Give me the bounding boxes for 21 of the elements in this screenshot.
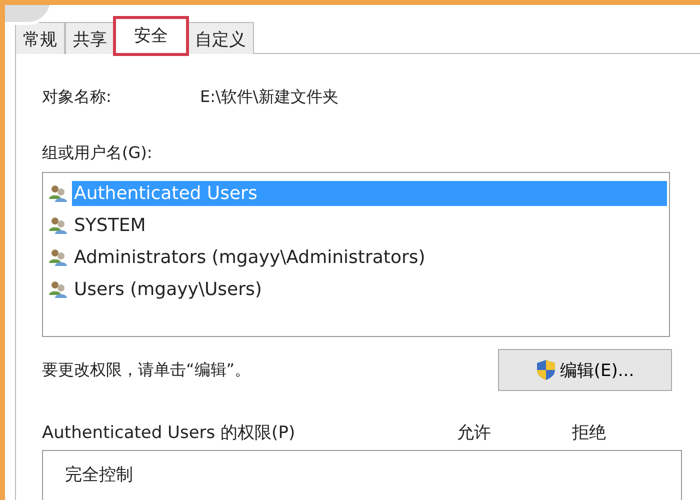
permissions-label: Authenticated Users 的权限(P): [42, 422, 296, 444]
user-list-item[interactable]: Administrators (mgayy\Administrators): [72, 244, 667, 270]
object-name-value: E:\软件\新建文件夹: [200, 87, 338, 108]
users-icon: [48, 247, 68, 267]
users-icon: [48, 215, 68, 235]
permission-name: 完全控制: [64, 464, 134, 486]
tab[interactable]: 自定义: [187, 22, 254, 54]
edit-button[interactable]: 编辑(E)...: [498, 349, 672, 391]
column-header: 拒绝: [572, 422, 607, 444]
user-list-item[interactable]: SYSTEM: [72, 212, 667, 238]
object-name-label: 对象名称:: [42, 87, 112, 108]
tab[interactable]: 共享: [65, 22, 115, 54]
column-header: 允许: [457, 422, 492, 444]
tab[interactable]: 常规: [15, 22, 65, 54]
edit-hint: 要更改权限，请单击“编辑”。: [42, 360, 251, 380]
groups-label: 组或用户名(G):: [42, 143, 154, 164]
users-icon: [48, 183, 68, 203]
tab[interactable]: 安全: [115, 18, 187, 54]
shield-icon: [536, 359, 556, 381]
user-list-item[interactable]: Users (mgayy\Users): [72, 276, 667, 302]
users-icon: [48, 279, 68, 299]
